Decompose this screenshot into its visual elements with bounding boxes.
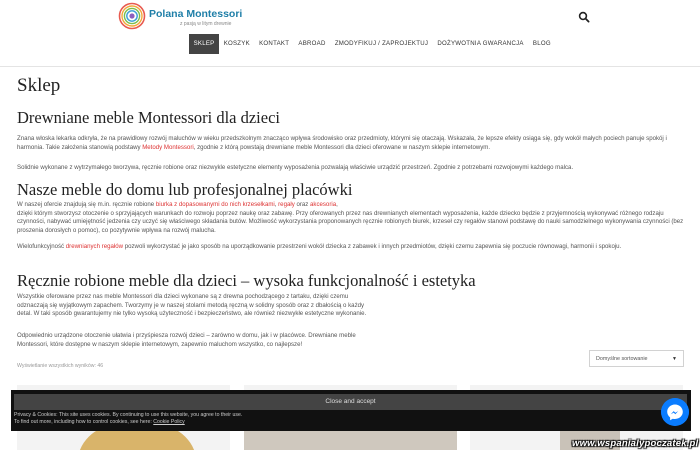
results-count: Wyświetlanie wszystkich wyników: 46 (17, 363, 104, 369)
link-regaly[interactable]: regały (278, 201, 295, 208)
watermark: www.wspanialypoczatek.pl (572, 438, 699, 449)
site-logo[interactable]: Polana Montessori z pasją w litym drewni… (118, 2, 248, 32)
cookie-text-more: To find out more, including how to contr… (14, 419, 185, 425)
page-title: Sklep (17, 75, 61, 96)
section3-paragraph-1: Wszystkie oferowane przez nas meble Mont… (17, 293, 367, 318)
chevron-down-icon: ▼ (672, 355, 677, 362)
link-biurka[interactable]: biurka z dopasowanymi do nich krzesełkam… (156, 201, 275, 208)
nav-item-koszyk[interactable]: KOSZYK (219, 34, 254, 54)
sort-selected-value: Domyślne sortowanie (596, 355, 648, 362)
cookie-accept-button[interactable]: Close and accept (14, 394, 687, 410)
text-span: , zgodnie z którą powstają drewniane meb… (193, 143, 491, 151)
text-span: , (336, 201, 338, 208)
text-span: pozwoli wykorzystać je jako sposób na up… (123, 243, 622, 250)
text-span: oraz (294, 201, 311, 208)
nav-item-sklep[interactable]: SKLEP (189, 34, 220, 54)
main-nav: SKLEP KOSZYK KONTAKT ABROAD ZMODYFIKUJ /… (189, 34, 555, 54)
section-heading-2: Nasze meble do domu lub profesjonalnej p… (17, 180, 353, 199)
nav-item-zmodyfikuj[interactable]: ZMODYFIKUJ / ZAPROJEKTUJ (330, 34, 433, 54)
link-akcesoria[interactable]: akcesoria (310, 201, 336, 208)
site-header: Polana Montessori z pasją w litym drewni… (0, 0, 700, 66)
section2-paragraph-2: Wielofunkcyjność drewnianych regałów poz… (17, 243, 685, 252)
cookie-banner: Close and accept Privacy & Cookies: This… (11, 390, 691, 431)
section2-paragraph-1: W naszej ofercie znajdują się m.in. ręcz… (17, 201, 685, 235)
cookie-text: Privacy & Cookies: This site uses cookie… (14, 412, 243, 418)
logo-title: Polana Montessori (149, 8, 243, 20)
logo-tagline: z pasją w litym drewnie (180, 21, 232, 27)
logo-icon (118, 2, 146, 30)
section1-paragraph-2: Solidnie wykonane z wytrzymałego tworzyw… (17, 164, 574, 171)
messenger-icon[interactable] (661, 398, 689, 426)
sort-select[interactable]: Domyślne sortowanie ▼ (589, 350, 684, 367)
cookie-policy-link[interactable]: Cookie Policy (153, 419, 184, 425)
search-icon[interactable] (578, 11, 590, 23)
nav-item-gwarancja[interactable]: DOŻYWOTNIA GWARANCJA (433, 34, 529, 54)
text-span: Wielofunkcyjność (17, 243, 66, 250)
link-drewnianych-regalow[interactable]: drewnianych regałów (66, 243, 123, 250)
nav-item-blog[interactable]: BLOG (528, 34, 555, 54)
section-heading-1: Drewniane meble Montessori dla dzieci (17, 108, 280, 127)
section-heading-3: Ręcznie robione meble dla dzieci – wysok… (17, 271, 476, 290)
nav-item-abroad[interactable]: ABROAD (294, 34, 330, 54)
link-metody-montessori[interactable]: Metody Montessori (142, 144, 193, 151)
section3-paragraph-2: Odpowiednio urządzone otoczenie ułatwia … (17, 332, 356, 348)
text-span: W naszej ofercie znajdują się m.in. ręcz… (17, 201, 156, 208)
text-span: To find out more, including how to contr… (14, 419, 154, 425)
section1-paragraph-1: Znana włoska lekarka odkryła, że na praw… (17, 135, 685, 152)
text-span: dzięki którym stworzysz otoczenie o sprz… (17, 209, 684, 234)
nav-item-kontakt[interactable]: KONTAKT (255, 34, 294, 54)
